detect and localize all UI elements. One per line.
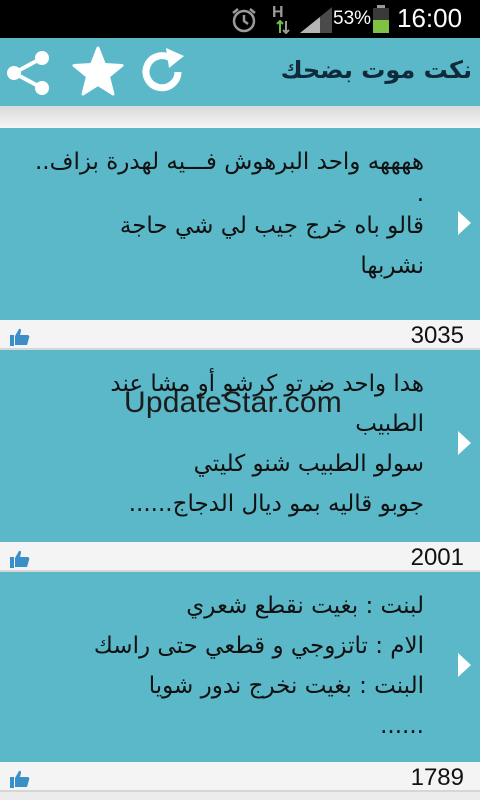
joke-line: جوبو قاليه بمو ديال الدجاج...... — [128, 491, 424, 517]
network-type-label: H — [272, 4, 284, 21]
joke-line: ...... — [380, 713, 424, 739]
clock: 16:00 — [397, 3, 463, 33]
favorite-button[interactable] — [70, 46, 124, 98]
toolbar-divider — [0, 106, 480, 128]
likes-count: 1789 — [410, 764, 464, 791]
thumbs-up-icon[interactable] — [10, 328, 30, 346]
joke-text: ههههه واحد البرهوش فـــيه لهدرة بزاف.. .… — [12, 142, 424, 286]
chevron-right-icon[interactable] — [456, 652, 472, 678]
likes-count: 3035 — [410, 322, 464, 349]
likes-count: 2001 — [410, 544, 464, 571]
refresh-button[interactable] — [136, 46, 188, 98]
star-icon — [72, 46, 124, 96]
joke-line: ههههه واحد البرهوش فـــيه لهدرة بزاف.. — [35, 149, 424, 175]
signal-icon — [300, 7, 332, 33]
joke-line: البنت : بغيت نخرج ندور شويا — [148, 673, 424, 699]
thumbs-up-icon[interactable] — [10, 770, 30, 788]
chevron-right-icon[interactable] — [456, 210, 472, 236]
alarm-icon — [232, 8, 256, 33]
joke-text: لبنت : بغيت نقطع شعري الام : تاتزوجي و ق… — [12, 586, 424, 746]
joke-line: سولو الطبيب شنو كليتي — [193, 451, 424, 477]
share-icon — [7, 51, 49, 95]
joke-line: . — [416, 181, 424, 207]
share-button[interactable] — [2, 46, 54, 98]
likes-row: 3035 — [0, 320, 480, 350]
status-bar: H 53% 16:00 — [0, 0, 480, 38]
likes-row: 1789 — [0, 762, 480, 792]
joke-line: قالو باه خرج جيب لي شي حاجة — [119, 213, 424, 239]
refresh-icon — [142, 48, 184, 92]
joke-card[interactable]: ههههه واحد البرهوش فـــيه لهدرة بزاف.. .… — [0, 128, 480, 320]
thumbs-up-icon[interactable] — [10, 550, 30, 568]
joke-card[interactable]: لبنت : بغيت نقطع شعري الام : تاتزوجي و ق… — [0, 572, 480, 762]
joke-line: لبنت : بغيت نقطع شعري — [186, 593, 424, 619]
chevron-right-icon[interactable] — [456, 430, 472, 456]
likes-row: 2001 — [0, 542, 480, 572]
network-data-icon: H — [272, 4, 292, 34]
app-title: نكت موت بضحك — [280, 56, 472, 84]
joke-line: الام : تاتزوجي و قطعي حتى راسك — [93, 633, 424, 659]
joke-card[interactable]: هدا واحد ضرتو كرشو أو مشا عند الطبيب سول… — [0, 350, 480, 542]
joke-line: نشربها — [360, 253, 424, 279]
watermark: UpdateStar.com — [124, 386, 342, 419]
app-toolbar: نكت موت بضحك — [0, 38, 480, 106]
battery-icon — [373, 5, 389, 33]
battery-percent: 53% — [333, 8, 372, 29]
